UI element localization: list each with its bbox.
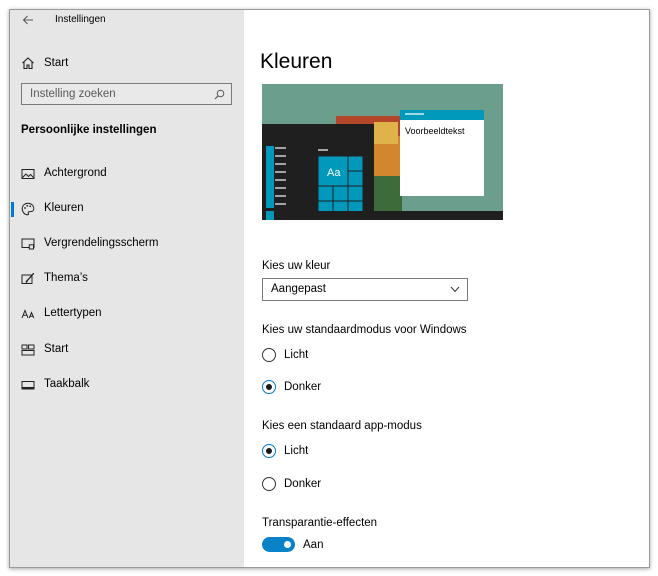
sidebar-item-vergrendelingsscherm[interactable]: Vergrendelingsscherm <box>10 231 244 257</box>
selected-indicator <box>11 202 14 217</box>
radio-label: Licht <box>284 349 309 361</box>
windows-mode-label: Kies uw standaardmodus voor Windows <box>262 324 467 336</box>
app-mode-label: Kies een standaard app-modus <box>262 420 422 432</box>
transparency-toggle[interactable] <box>262 537 295 552</box>
toggle-knob <box>284 541 291 548</box>
sidebar-home-label: Start <box>44 57 69 69</box>
sidebar-item-achtergrond[interactable]: Achtergrond <box>10 161 244 187</box>
search-placeholder: Instelling zoeken <box>30 88 116 100</box>
main-content: Kleuren Aa Voorbeeldtekst Kies uw kleur … <box>244 10 649 567</box>
sidebar-item-label: Lettertypen <box>44 307 102 319</box>
sidebar-item-label: Achtergrond <box>44 167 107 179</box>
preview-illustration <box>262 110 503 220</box>
preview-sample-text: Voorbeeldtekst <box>405 126 465 136</box>
sidebar-item-label: Start <box>44 343 69 355</box>
app-mode-option-donker[interactable]: Donker <box>262 476 412 494</box>
search-icon[interactable] <box>214 89 225 100</box>
sidebar-item-home[interactable]: Start <box>10 52 244 74</box>
radio-button[interactable] <box>262 477 276 491</box>
app-title: Instellingen <box>55 14 106 25</box>
radio-button-checked[interactable] <box>262 380 276 394</box>
sidebar-item-lettertypen[interactable]: Lettertypen <box>10 301 244 327</box>
radio-button-checked[interactable] <box>262 444 276 458</box>
sidebar-item-label: Vergrendelingsscherm <box>44 237 159 249</box>
transparency-label: Transparantie-effecten <box>262 517 378 529</box>
sidebar-item-themas[interactable]: Thema’s <box>10 266 244 292</box>
sidebar-item-start[interactable]: Start <box>10 337 244 363</box>
color-choice-label: Kies uw kleur <box>262 260 331 272</box>
sidebar-item-label: Taakbalk <box>44 378 90 390</box>
dropdown-value: Aangepast <box>271 283 326 295</box>
preview-tile-label: Aa <box>327 167 341 179</box>
picture-icon <box>21 169 35 179</box>
palette-icon <box>21 202 35 216</box>
sidebar-item-kleuren[interactable]: Kleuren <box>10 196 244 222</box>
back-arrow-icon[interactable] <box>22 14 34 26</box>
toggle-state-label: Aan <box>303 539 324 551</box>
radio-label: Licht <box>284 445 309 457</box>
app-mode-option-licht[interactable]: Licht <box>262 443 412 461</box>
page-title: Kleuren <box>260 50 333 73</box>
taskbar-icon <box>21 381 35 390</box>
start-menu-icon <box>21 344 35 356</box>
radio-label: Donker <box>284 381 322 393</box>
sidebar-item-label: Thema’s <box>44 272 88 284</box>
color-choice-dropdown[interactable]: Aangepast <box>262 278 468 301</box>
search-input[interactable]: Instelling zoeken <box>21 83 232 105</box>
home-icon <box>22 57 34 70</box>
windows-mode-option-licht[interactable]: Licht <box>262 347 412 365</box>
settings-window: Instellingen Start Instelling zoeken Per… <box>9 9 650 568</box>
lock-screen-icon <box>21 238 35 250</box>
font-icon <box>21 309 35 319</box>
sidebar: Instellingen Start Instelling zoeken Per… <box>10 10 244 567</box>
title-bar: Instellingen <box>10 10 244 32</box>
theme-brush-icon <box>21 272 35 284</box>
sidebar-item-taakbalk[interactable]: Taakbalk <box>10 372 244 398</box>
color-preview: Aa Voorbeeldtekst <box>262 84 503 220</box>
radio-label: Donker <box>284 478 322 490</box>
radio-button[interactable] <box>262 348 276 362</box>
windows-mode-option-donker[interactable]: Donker <box>262 379 412 397</box>
chevron-down-icon <box>450 286 460 293</box>
section-heading: Persoonlijke instellingen <box>21 124 157 136</box>
sidebar-item-label: Kleuren <box>44 202 84 214</box>
